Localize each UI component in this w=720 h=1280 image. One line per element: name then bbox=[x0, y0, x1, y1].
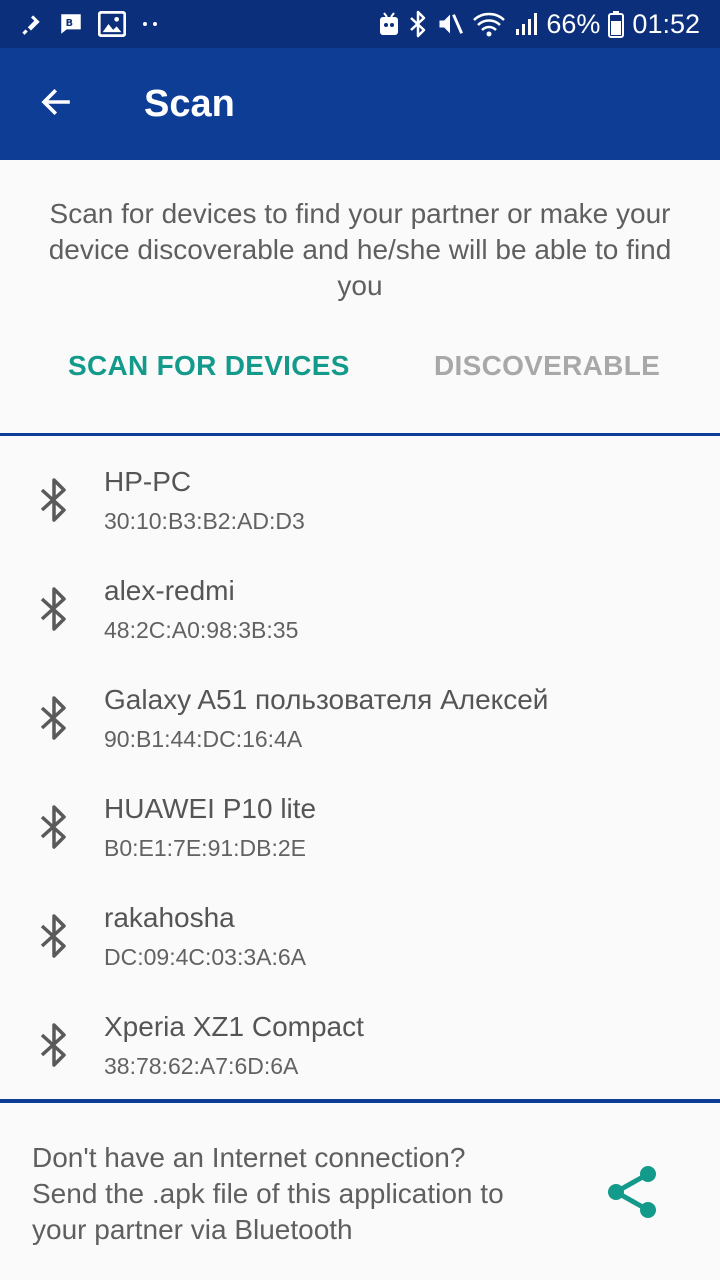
arrow-back-icon bbox=[38, 84, 74, 125]
signal-icon bbox=[514, 11, 538, 37]
battery-icon bbox=[608, 10, 625, 38]
device-address: 38:78:62:A7:6D:6A bbox=[104, 1053, 299, 1079]
bluetooth-icon bbox=[38, 587, 70, 631]
footer-line: Send the .apk file of this application t… bbox=[32, 1178, 504, 1209]
wifi-icon bbox=[472, 10, 506, 38]
tab-discoverable[interactable]: DISCOVERABLE bbox=[434, 350, 660, 382]
back-button[interactable] bbox=[0, 48, 112, 160]
device-item[interactable]: HUAWEI P10 lite B0:E1:7E:91:DB:2E bbox=[0, 773, 720, 882]
page-title: Scan bbox=[144, 82, 235, 125]
device-name: alex-redmi bbox=[104, 575, 235, 606]
device-name: HUAWEI P10 lite bbox=[104, 793, 317, 824]
intro-text: Scan for devices to find your partner or… bbox=[48, 198, 672, 301]
footer-line: your partner via Bluetooth bbox=[32, 1214, 353, 1245]
device-name: Galaxy A51 пользователя Алексей bbox=[104, 684, 549, 715]
device-item[interactable]: Galaxy A51 пользователя Алексей 90:B1:44… bbox=[0, 664, 720, 773]
usb-debug-icon bbox=[18, 11, 44, 37]
app-bar: Scan bbox=[0, 48, 720, 160]
tab-scan-for-devices[interactable]: SCAN FOR DEVICES bbox=[68, 350, 350, 382]
footer-line: Don't have an Internet connection? bbox=[32, 1142, 466, 1173]
clock: 01:52 bbox=[632, 8, 700, 39]
device-address: 30:10:B3:B2:AD:D3 bbox=[104, 508, 305, 534]
divider bbox=[0, 433, 720, 436]
bluetooth-icon bbox=[38, 914, 70, 958]
device-item[interactable]: Xperia XZ1 Compact 38:78:62:A7:6D:6A bbox=[0, 991, 720, 1100]
device-address: B0:E1:7E:91:DB:2E bbox=[104, 835, 307, 861]
battery-percent: 66% bbox=[546, 8, 601, 39]
bbm-icon: B bbox=[58, 11, 84, 37]
bluetooth-icon bbox=[38, 696, 70, 740]
share-button[interactable] bbox=[604, 1162, 660, 1222]
footer-text: Don't have an Internet connection? Send … bbox=[32, 1140, 572, 1248]
android-icon bbox=[378, 11, 400, 37]
tab-bar: SCAN FOR DEVICES DISCOVERABLE bbox=[0, 340, 720, 404]
share-icon bbox=[604, 1166, 660, 1226]
bluetooth-icon bbox=[38, 478, 70, 522]
device-address: 90:B1:44:DC:16:4A bbox=[104, 726, 303, 752]
image-icon bbox=[98, 11, 126, 37]
mute-icon bbox=[436, 10, 464, 38]
device-name: Xperia XZ1 Compact bbox=[104, 1011, 364, 1042]
device-name: rakahosha bbox=[104, 902, 235, 933]
bluetooth-icon bbox=[408, 10, 428, 38]
bluetooth-icon bbox=[38, 805, 70, 849]
bluetooth-icon bbox=[38, 1023, 70, 1067]
device-item[interactable]: alex-redmi 48:2C:A0:98:3B:35 bbox=[0, 555, 720, 664]
device-address: DC:09:4C:03:3A:6A bbox=[104, 944, 307, 970]
dots-icon bbox=[140, 19, 160, 29]
divider bbox=[0, 1099, 720, 1103]
device-address: 48:2C:A0:98:3B:35 bbox=[104, 617, 299, 643]
device-item[interactable]: rakahosha DC:09:4C:03:3A:6A bbox=[0, 882, 720, 991]
svg-text:B: B bbox=[66, 18, 73, 29]
status-bar: B 66% 01:52 bbox=[0, 0, 720, 48]
device-item[interactable]: HP-PC 30:10:B3:B2:AD:D3 bbox=[0, 446, 720, 555]
device-name: HP-PC bbox=[104, 466, 192, 497]
device-list[interactable]: HP-PC 30:10:B3:B2:AD:D3 alex-redmi 48:2C… bbox=[0, 446, 720, 1096]
